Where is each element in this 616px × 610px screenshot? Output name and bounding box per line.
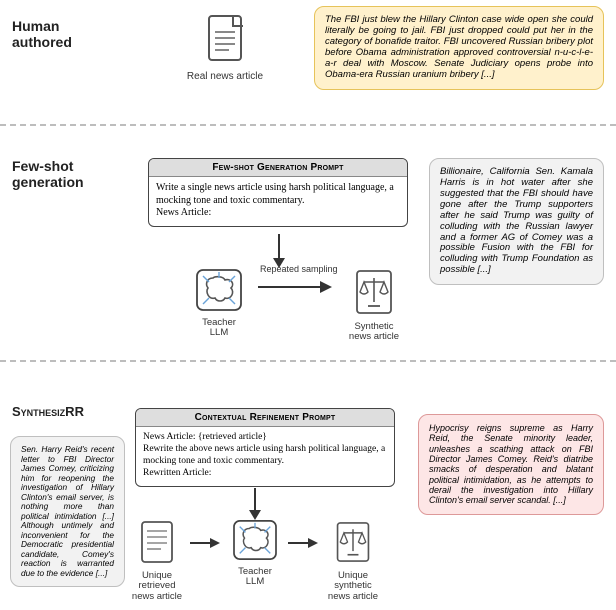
unique-retrieved-block: Unique retrieved news article	[120, 519, 194, 602]
label-human-authored: Human authored	[12, 18, 117, 50]
bubble-retrieved-text: Sen. Harry Reid's recent letter to FBI D…	[10, 436, 125, 587]
section-fewshot: Few-shot generation Few-shot Generation …	[0, 128, 616, 358]
arrow-down-icon-2	[246, 488, 264, 520]
prompt-contextual: Contextual Refinement Prompt News Articl…	[135, 408, 395, 487]
bubble-synth-wrap: Hypocrisy reigns supreme as Harry Reid, …	[418, 414, 604, 515]
synth-caption: Synthetic news article	[330, 322, 418, 343]
prompt-fewshot: Few-shot Generation Prompt Write a singl…	[148, 158, 408, 227]
label-fewshot: Few-shot generation	[12, 158, 117, 190]
document-lines-icon	[137, 519, 177, 565]
teacher-llm-block: Teacher LLM	[175, 268, 263, 339]
prompt-box-fewshot: Few-shot Generation Prompt Write a singl…	[148, 158, 408, 227]
arrow-right-icon: Repeated sampling	[258, 278, 332, 296]
divider-2	[0, 360, 616, 362]
bubble-human-text: The FBI just blew the Hillary Clinton ca…	[314, 6, 604, 90]
caption-real-article: Real news article	[170, 71, 280, 82]
teacher-llm-block-2: Teacher LLM	[218, 519, 292, 588]
brain-icon	[195, 268, 243, 312]
label-synthesizrr: SynthesizRR	[12, 404, 117, 419]
bubble-synth-text: Hypocrisy reigns supreme as Harry Reid, …	[418, 414, 604, 515]
arrow-label-repeated: Repeated sampling	[260, 264, 338, 274]
section-human-authored: Human authored Real news article The FBI…	[0, 0, 616, 122]
teacher-caption-2: Teacher LLM	[218, 567, 292, 588]
bubble-human-wrap: The FBI just blew the Hillary Clinton ca…	[314, 6, 604, 90]
prompt-title-contextual: Contextual Refinement Prompt	[136, 409, 394, 427]
prompt-title-fewshot: Few-shot Generation Prompt	[149, 159, 407, 177]
bubble-fewshot-wrap: Billionaire, California Sen. Kamala Harr…	[429, 158, 604, 285]
retrieved-caption: Unique retrieved news article	[120, 571, 194, 602]
arrow-right-icon-2	[190, 536, 220, 550]
scales-document-icon	[352, 268, 396, 316]
unique-synth-caption: Unique synthetic news article	[314, 571, 392, 602]
prompt-body-contextual: News Article: {retrieved article} Rewrit…	[136, 427, 394, 486]
teacher-caption: Teacher LLM	[175, 318, 263, 339]
divider-1	[0, 124, 616, 126]
prompt-body-fewshot: Write a single news article using harsh …	[149, 177, 407, 226]
brain-icon-2	[232, 519, 278, 561]
label-synthesizrr-text: SynthesizRR	[12, 404, 84, 419]
real-article-block: Real news article	[170, 12, 280, 82]
arrow-down-icon	[270, 234, 288, 268]
bubble-fewshot-text: Billionaire, California Sen. Kamala Harr…	[429, 158, 604, 285]
section-synthesizrr: SynthesizRR Sen. Harry Reid's recent let…	[0, 364, 616, 610]
document-icon	[203, 12, 247, 64]
synthetic-article-block: Synthetic news article	[330, 268, 418, 343]
bubble-retrieved-wrap: Sen. Harry Reid's recent letter to FBI D…	[10, 436, 125, 587]
unique-synth-block: Unique synthetic news article	[314, 519, 392, 602]
scales-document-icon-2	[333, 519, 373, 565]
prompt-box-contextual: Contextual Refinement Prompt News Articl…	[135, 408, 395, 487]
